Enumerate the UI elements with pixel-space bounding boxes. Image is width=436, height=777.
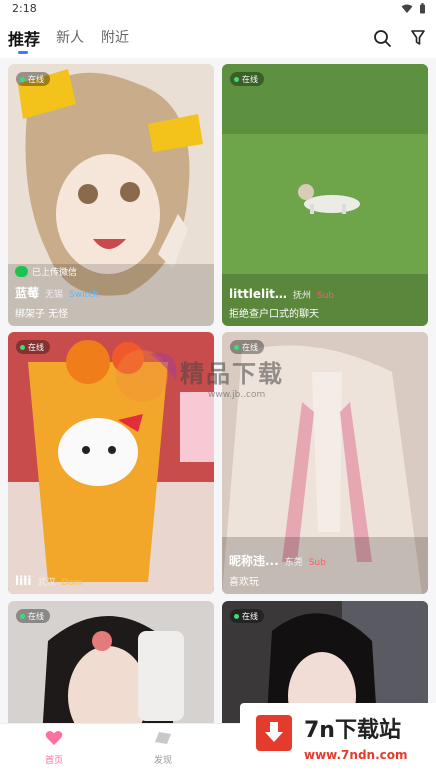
tab-nearby[interactable]: 附近: [101, 27, 129, 47]
online-dot: [234, 613, 239, 619]
battery-icon: [420, 3, 425, 14]
online-label: 在线: [242, 611, 258, 621]
online-badge: 在线: [16, 72, 50, 86]
discover-icon: [155, 732, 171, 744]
bottom-nav-discover[interactable]: 发现: [133, 730, 193, 766]
user-card[interactable]: 在线: [8, 601, 214, 723]
online-label: 在线: [242, 342, 258, 352]
card-info: 昵称违... 东莞 Sub 喜欢玩: [229, 552, 422, 588]
tab-new-users[interactable]: 新人: [56, 27, 84, 47]
site-banner: 7n下载站 www.7ndn.com: [240, 703, 436, 776]
city: 无锡: [45, 290, 64, 300]
top-nav: 推荐 新人 附近: [0, 20, 436, 58]
wechat-row: 已上传微信: [15, 265, 208, 278]
online-label: 在线: [28, 342, 44, 352]
download-logo-icon: [256, 715, 292, 751]
wechat-note: 已上传微信: [32, 268, 78, 278]
city: 武汉: [37, 578, 56, 588]
online-dot: [234, 344, 239, 350]
bio: 绑架子 无怪: [15, 309, 69, 320]
city: 抚州: [293, 291, 312, 301]
wifi-icon: [401, 4, 413, 13]
user-info-line: 昵称违... 东莞 Sub: [229, 552, 422, 569]
tab-recommend[interactable]: 推荐: [8, 26, 40, 50]
role-tag: Sub: [317, 291, 335, 301]
card-info: littlelit... 抚州 Sub 拒绝查户口式的聊天: [229, 287, 422, 320]
role-tag: Dom: [61, 578, 83, 588]
online-dot: [234, 76, 239, 82]
bio: 喜欢玩: [229, 577, 259, 588]
status-time: 2:18: [12, 2, 37, 15]
nickname: 昵称违...: [229, 554, 279, 568]
card-info: lili 武汉 Dom: [15, 574, 208, 588]
filter-icon[interactable]: [411, 29, 425, 47]
role-tag: Sub: [308, 558, 326, 568]
city: 东莞: [284, 558, 303, 568]
online-label: 在线: [28, 611, 44, 621]
card-info: 已上传微信 蓝莓 无锡 Switch 绑架子 无怪: [15, 265, 208, 320]
online-badge: 在线: [230, 609, 264, 623]
user-card[interactable]: 在线 昵称违... 东莞 Sub 喜欢玩: [222, 332, 428, 594]
active-tab-indicator: [18, 51, 28, 54]
home-icon: [45, 731, 63, 745]
user-card[interactable]: 在线 已上传微信 蓝莓 无锡 Switch 绑架子 无怪: [8, 64, 214, 326]
site-url: www.7ndn.com: [304, 748, 408, 762]
online-badge: 在线: [16, 609, 50, 623]
online-badge: 在线: [230, 72, 264, 86]
nickname: littlelit...: [229, 287, 287, 301]
user-info-line: 蓝莓 无锡 Switch: [15, 284, 208, 301]
bottom-nav-home[interactable]: 首页: [24, 730, 84, 766]
nickname: 蓝莓: [15, 286, 40, 300]
wechat-icon: [15, 266, 28, 277]
online-dot: [20, 344, 25, 350]
online-dot: [20, 76, 25, 82]
user-card[interactable]: 在线 lili 武汉 Dom: [8, 332, 214, 594]
user-info-line: lili 武汉 Dom: [15, 574, 208, 588]
bio: 拒绝查户口式的聊天: [229, 309, 319, 320]
online-badge: 在线: [16, 340, 50, 354]
online-dot: [20, 613, 25, 619]
online-label: 在线: [242, 74, 258, 84]
user-card[interactable]: 在线 littlelit... 抚州 Sub 拒绝查户口式的聊天: [222, 64, 428, 326]
role-tag: Switch: [69, 290, 99, 300]
user-photo: [8, 332, 214, 594]
user-info-line: littlelit... 抚州 Sub: [229, 287, 422, 301]
nickname: lili: [15, 574, 32, 588]
bottom-nav-label: 发现: [153, 756, 172, 766]
status-icons: [401, 3, 426, 14]
search-icon[interactable]: [373, 29, 392, 48]
site-name: 7n下载站: [304, 718, 401, 743]
user-feed: 在线 已上传微信 蓝莓 无锡 Switch 绑架子 无怪 在线 littleli…: [0, 58, 436, 723]
online-badge: 在线: [230, 340, 264, 354]
bottom-nav-label: 首页: [44, 756, 63, 766]
status-bar: 2:18: [0, 0, 436, 20]
online-label: 在线: [28, 74, 44, 84]
